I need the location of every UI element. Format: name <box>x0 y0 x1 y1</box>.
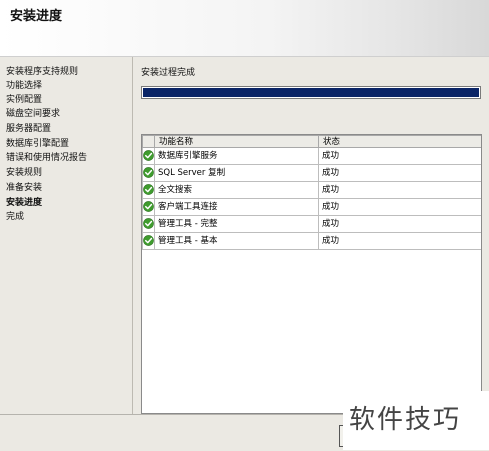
status-icon-cell <box>142 164 155 182</box>
column-header-feature-name[interactable]: 功能名称 <box>154 135 319 148</box>
page-title: 安装进度 <box>10 9 63 24</box>
table-row[interactable]: 管理工具 - 完整 成功 <box>142 215 481 233</box>
feature-status-table: 功能名称 状态 数据库引擎服务 成功 SQL Server 复制 成功 全文搜索 成功 客户… <box>142 135 481 250</box>
green-check-icon <box>143 184 154 195</box>
progress-bar <box>141 86 481 99</box>
table-header-row: 功能名称 状态 <box>142 135 481 148</box>
feature-name-cell: 数据库引擎服务 <box>154 147 319 165</box>
watermark-area: 软件技巧 <box>343 391 489 450</box>
feature-name-cell: SQL Server 复制 <box>154 164 319 182</box>
status-icon-cell <box>142 232 155 250</box>
table-row[interactable]: 客户端工具连接 成功 <box>142 198 481 216</box>
status-text: 安装过程完成 <box>141 68 196 78</box>
status-cell: 成功 <box>318 215 481 233</box>
sidebar-item-setup-support-rules[interactable]: 安装程序支持规则 <box>6 66 78 78</box>
icon-column-header <box>142 135 155 148</box>
sidebar-item-instance-config[interactable]: 实例配置 <box>6 94 42 106</box>
status-cell: 成功 <box>318 164 481 182</box>
feature-name-cell: 客户端工具连接 <box>154 198 319 216</box>
status-cell: 成功 <box>318 147 481 165</box>
feature-name-cell: 全文搜索 <box>154 181 319 199</box>
green-check-icon <box>143 218 154 229</box>
sidebar-item-ready-to-install[interactable]: 准备安装 <box>6 182 42 194</box>
green-check-icon <box>143 167 154 178</box>
feature-name-cell: 管理工具 - 基本 <box>154 232 319 250</box>
sidebar-nav: 安装程序支持规则 功能选择 实例配置 磁盘空间要求 服务器配置 数据库引擎配置 … <box>0 57 133 414</box>
sidebar-item-complete[interactable]: 完成 <box>6 211 24 223</box>
status-cell: 成功 <box>318 232 481 250</box>
green-check-icon <box>143 150 154 161</box>
sidebar-item-error-reporting[interactable]: 错误和使用情况报告 <box>6 152 87 164</box>
feature-name-cell: 管理工具 - 完整 <box>154 215 319 233</box>
status-icon-cell <box>142 215 155 233</box>
status-icon-cell <box>142 181 155 199</box>
header-banner: 安装进度 <box>0 0 489 57</box>
status-icon-cell <box>142 147 155 165</box>
main-panel: 安装过程完成 功能名称 状态 数据库引擎服务 成功 SQL Server 复制 成功全… <box>133 57 489 414</box>
sidebar-item-server-config[interactable]: 服务器配置 <box>6 123 51 135</box>
column-header-status[interactable]: 状态 <box>318 135 481 148</box>
green-check-icon <box>143 201 154 212</box>
green-check-icon <box>143 235 154 246</box>
sidebar-item-feature-selection[interactable]: 功能选择 <box>6 80 42 92</box>
feature-table-container[interactable]: 功能名称 状态 数据库引擎服务 成功 SQL Server 复制 成功 全文搜索 成功 客户… <box>141 134 482 414</box>
table-row[interactable]: 数据库引擎服务 成功 <box>142 147 481 165</box>
sidebar-item-db-engine-config[interactable]: 数据库引擎配置 <box>6 138 69 150</box>
status-icon-cell <box>142 198 155 216</box>
status-cell: 成功 <box>318 198 481 216</box>
sidebar-item-install-rules[interactable]: 安装规则 <box>6 167 42 179</box>
sidebar-item-disk-space[interactable]: 磁盘空间要求 <box>6 108 60 120</box>
table-row[interactable]: 全文搜索 成功 <box>142 181 481 199</box>
status-cell: 成功 <box>318 181 481 199</box>
watermark-text: 软件技巧 <box>349 405 462 435</box>
sidebar-item-install-progress[interactable]: 安装进度 <box>6 197 42 209</box>
table-row[interactable]: SQL Server 复制 成功 <box>142 164 481 182</box>
table-row[interactable]: 管理工具 - 基本 成功 <box>142 232 481 250</box>
progress-bar-fill <box>143 88 479 97</box>
